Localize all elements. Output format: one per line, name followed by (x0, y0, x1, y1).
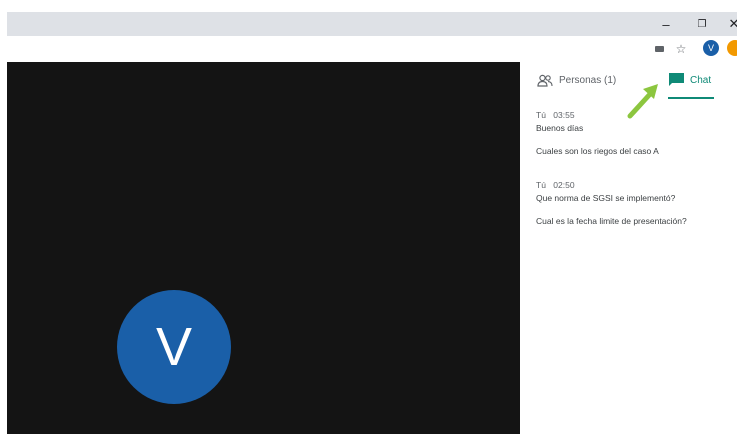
message-sender: Tú (536, 180, 546, 190)
browser-toolbar: ☆ V (7, 36, 737, 63)
extension-badge-icon[interactable] (727, 40, 737, 56)
message-text: Cuales son los riegos del caso A (536, 146, 659, 156)
video-stage: V (7, 62, 520, 434)
star-icon[interactable]: ☆ (674, 41, 688, 57)
message-text: Buenos días (536, 123, 584, 133)
chat-message-group: Tú 03:55 Buenos días Cuales son los rieg… (536, 110, 659, 157)
tab-people[interactable]: Personas (1) (537, 62, 616, 98)
message-sender: Tú (536, 110, 546, 120)
participant-avatar: V (117, 290, 231, 404)
people-icon (537, 74, 553, 87)
restore-button[interactable]: ❐ (687, 12, 717, 36)
message-meta: Tú 02:50 (536, 180, 687, 191)
close-button[interactable]: ✕ (719, 12, 737, 36)
minimize-button[interactable]: – (651, 12, 681, 36)
tab-chat-label: Chat (690, 74, 712, 86)
tab-people-label: Personas (1) (559, 74, 617, 86)
active-tab-indicator (668, 97, 714, 99)
browser-titlebar: – ❐ ✕ (7, 12, 737, 36)
message-text: Cual es la fecha limite de presentación? (536, 216, 687, 226)
message-text: Que norma de SGSI se implementó? (536, 193, 676, 203)
chat-icon (669, 73, 684, 86)
message-time: 02:50 (553, 180, 575, 190)
message-meta: Tú 03:55 (536, 110, 659, 121)
profile-avatar[interactable]: V (703, 40, 719, 56)
tab-chat[interactable]: Chat (669, 62, 711, 98)
chat-message-group: Tú 02:50 Que norma de SGSI se implementó… (536, 180, 687, 227)
side-panel: Personas (1) Chat Tú 03:55 Buenos días C… (520, 62, 737, 434)
extension-icon[interactable] (653, 41, 665, 57)
message-time: 03:55 (553, 110, 575, 120)
